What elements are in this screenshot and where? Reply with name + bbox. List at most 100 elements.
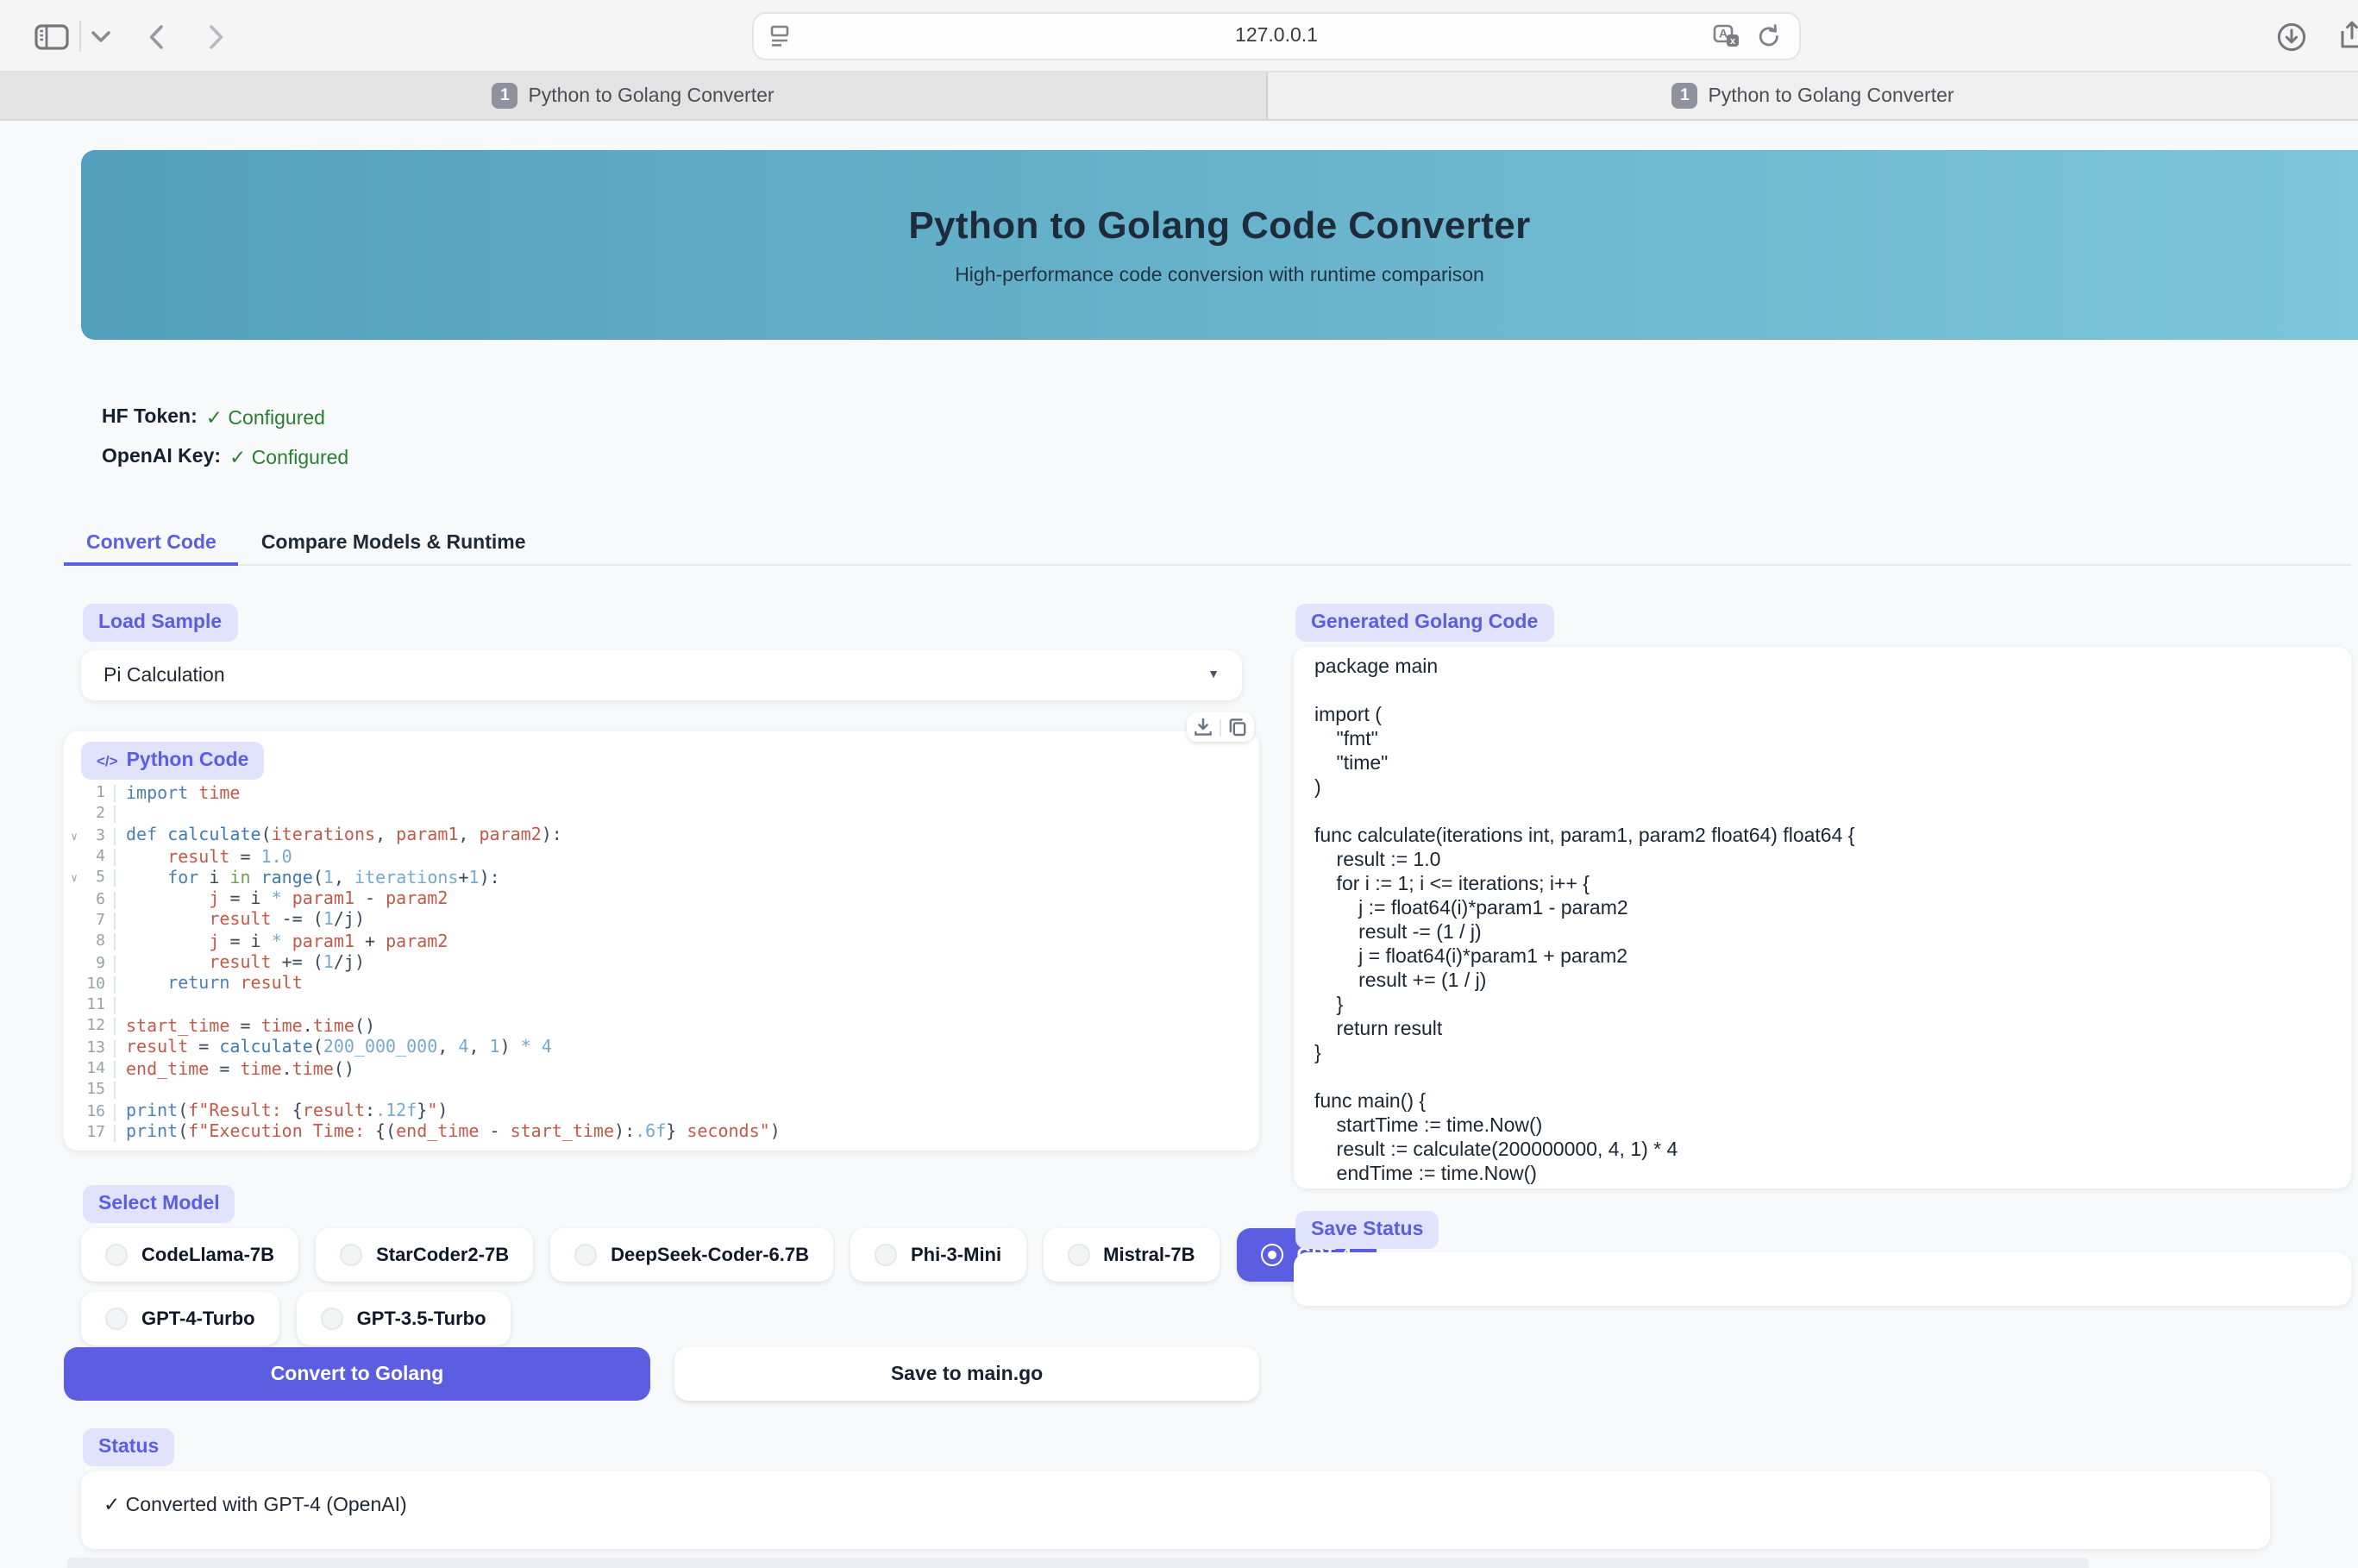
radio-icon [105, 1308, 128, 1330]
model-label: CodeLlama-7B [141, 1245, 274, 1265]
browser-tab-inactive[interactable]: 1 Python to Golang Converter [1268, 72, 2358, 119]
code-line: 15 [64, 1080, 1259, 1101]
fold-chevron-icon[interactable]: ∨ [64, 829, 85, 843]
app-tab-bar: Convert Code Compare Models & Runtime [64, 521, 2351, 566]
golang-code-line: result := 1.0 [1314, 850, 2351, 875]
code-line: 13result = calculate(200_000_000, 4, 1) … [64, 1038, 1259, 1059]
tab-title: Python to Golang Converter [1708, 85, 1954, 106]
model-option-phi-3-mini[interactable]: Phi-3-Mini [850, 1228, 1025, 1282]
convert-button[interactable]: Convert to Golang [64, 1347, 650, 1401]
fold-chevron-icon[interactable]: ∨ [64, 872, 85, 886]
model-label: GPT-4-Turbo [141, 1308, 255, 1329]
line-number: 5 [85, 870, 116, 887]
code-text: return result [116, 975, 303, 994]
status-message: ✓ Converted with GPT-4 (OpenAI) [103, 1496, 407, 1516]
model-row-1: CodeLlama-7B StarCoder2-7B DeepSeek-Coder-… [81, 1228, 1259, 1282]
python-code-label: </> Python Code [81, 742, 264, 780]
browser-window: 127.0.0.1 Ax 1 Python to Golang Converte… [0, 0, 2358, 1568]
model-option-mistral-7b[interactable]: Mistral-7B [1043, 1228, 1219, 1282]
golang-code-line: startTime := time.Now() [1314, 1116, 2351, 1140]
model-option-codellama-7b[interactable]: CodeLlama-7B [81, 1228, 298, 1282]
sample-dropdown-value: Pi Calculation [103, 665, 225, 686]
code-line: 9 result += (1/j) [64, 953, 1259, 975]
model-option-deepseek-coder-6.7b[interactable]: DeepSeek-Coder-6.7B [550, 1228, 833, 1282]
code-text: import time [116, 784, 241, 803]
model-option-gpt-3.5-turbo[interactable]: GPT-3.5-Turbo [297, 1292, 511, 1345]
golang-code-line: func calculate(iterations int, param1, p… [1314, 826, 2351, 850]
copy-code-icon[interactable] [1228, 718, 1247, 737]
sidebar-toggle-icon[interactable] [34, 0, 69, 72]
code-line: 8 j = i * param1 + param2 [64, 931, 1259, 953]
status-panel: ✓ Converted with GPT-4 (OpenAI) [81, 1471, 2270, 1549]
line-number: 14 [85, 1061, 116, 1078]
reader-view-icon[interactable] [769, 14, 790, 59]
line-number: 2 [85, 806, 116, 824]
tab-convert-code[interactable]: Convert Code [64, 521, 239, 564]
code-text: end_time = time.time() [116, 1060, 354, 1079]
line-number: 1 [85, 785, 116, 802]
page-subtitle: High-performance code conversion with ru… [955, 266, 1484, 286]
save-status-panel [1294, 1252, 2351, 1306]
forward-icon[interactable] [209, 0, 224, 72]
openai-key-label: OpenAI Key: [102, 446, 221, 467]
config-status: HF Token: ✓ Configured OpenAI Key: ✓ Con… [102, 397, 348, 476]
golang-code: package main import ( "fmt" "time") func… [1314, 657, 2351, 1189]
code-line: ∨3def calculate(iterations, param1, para… [64, 825, 1259, 847]
tab-compare-models[interactable]: Compare Models & Runtime [239, 521, 549, 564]
next-section-edge [67, 1558, 2089, 1568]
golang-code-line: j = float64(i)*param1 + param2 [1314, 947, 2351, 971]
code-text: result += (1/j) [116, 954, 365, 973]
share-icon[interactable] [2339, 0, 2358, 72]
reload-icon[interactable] [1758, 14, 1780, 59]
tab-count-badge: 1 [1671, 83, 1697, 109]
golang-code-panel[interactable]: package main import ( "fmt" "time") func… [1294, 647, 2351, 1189]
hf-token-value: ✓ Configured [206, 405, 325, 429]
model-label: Mistral-7B [1103, 1245, 1195, 1265]
tab-count-badge: 1 [492, 83, 517, 109]
line-number: 11 [85, 997, 116, 1014]
downloads-icon[interactable] [2277, 0, 2306, 72]
code-line: 14end_time = time.time() [64, 1059, 1259, 1081]
model-option-gpt-4-turbo[interactable]: GPT-4-Turbo [81, 1292, 279, 1345]
golang-code-line: } [1314, 1044, 2351, 1068]
golang-code-line: } [1314, 995, 2351, 1019]
code-text: result = calculate(200_000_000, 4, 1) * … [116, 1038, 552, 1057]
golang-code-line [1314, 681, 2351, 706]
radio-icon [1261, 1244, 1283, 1266]
golang-code-line: endTime := time.Now() [1314, 1164, 2351, 1189]
code-text: result = 1.0 [116, 848, 292, 867]
tab-group-chevron-icon[interactable] [91, 0, 110, 72]
golang-code-line [1314, 1068, 2351, 1092]
browser-toolbar: 127.0.0.1 Ax [0, 0, 2358, 72]
url-bar[interactable]: 127.0.0.1 Ax [752, 12, 1801, 60]
translate-icon[interactable]: Ax [1713, 14, 1740, 59]
code-line: 1import time [64, 783, 1259, 805]
svg-text:A: A [1719, 27, 1728, 41]
golang-code-line: result := calculate(200000000, 4, 1) * 4 [1314, 1140, 2351, 1164]
code-text: def calculate(iterations, param1, param2… [116, 826, 562, 845]
svg-text:x: x [1730, 36, 1736, 47]
golang-code-line: return result [1314, 1019, 2351, 1044]
browser-tab-active[interactable]: 1 Python to Golang Converter [0, 72, 1268, 119]
line-number: 17 [85, 1125, 116, 1142]
hf-token-row: HF Token: ✓ Configured [102, 397, 348, 436]
model-label: DeepSeek-Coder-6.7B [611, 1245, 809, 1265]
editor-actions [1187, 712, 1254, 742]
model-option-starcoder2-7b[interactable]: StarCoder2-7B [316, 1228, 533, 1282]
golang-code-line: j := float64(i)*param1 - param2 [1314, 899, 2351, 923]
download-code-icon[interactable] [1194, 718, 1213, 737]
python-code-editor[interactable]: 1import time2∨3def calculate(iterations,… [64, 783, 1259, 1144]
model-options: CodeLlama-7B StarCoder2-7B DeepSeek-Coder-… [81, 1228, 1259, 1345]
sample-dropdown[interactable]: Pi Calculation ▼ [81, 650, 1242, 700]
back-icon[interactable] [148, 0, 164, 72]
line-number: 10 [85, 976, 116, 994]
golang-code-line: "fmt" [1314, 730, 2351, 754]
model-label: GPT-3.5-Turbo [357, 1308, 486, 1329]
code-line: 10 return result [64, 974, 1259, 995]
save-button[interactable]: Save to main.go [674, 1347, 1259, 1401]
code-line: 17print(f"Execution Time: {(end_time - s… [64, 1123, 1259, 1145]
line-number: 9 [85, 955, 116, 972]
line-number: 12 [85, 1019, 116, 1036]
code-line: 11 [64, 995, 1259, 1017]
app-page: Python to Golang Code Converter High-per… [0, 121, 2358, 1568]
